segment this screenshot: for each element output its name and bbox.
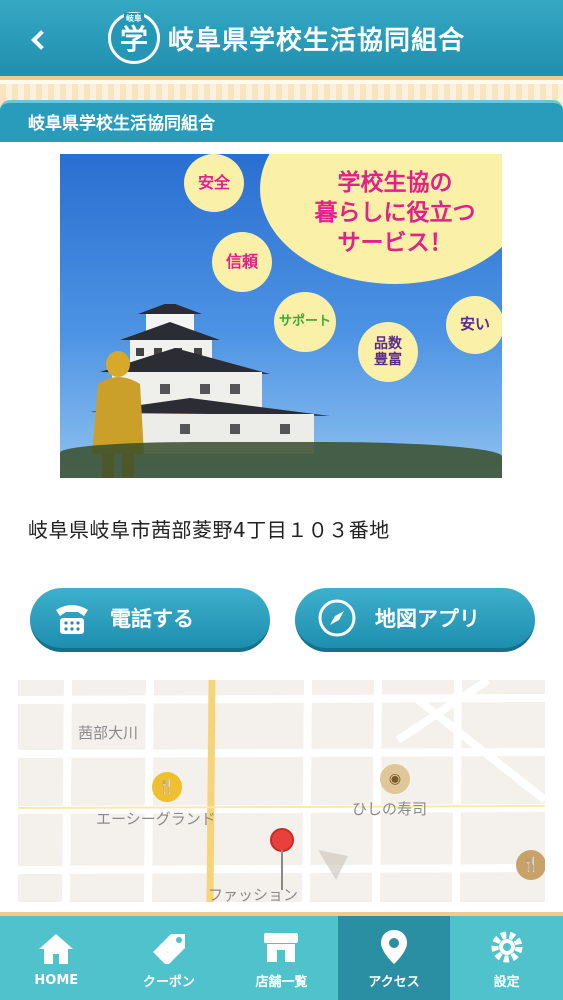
store-icon (261, 927, 301, 967)
sushi-poi-icon[interactable]: ◉ (380, 764, 410, 794)
bottom-tab-bar: HOME クーポン 店舗一覧 アクセス 設定 (0, 912, 563, 1000)
home-icon (36, 929, 76, 969)
page-title: 岐阜県学校生活協同組合 (168, 25, 466, 56)
bubble-cheap: 安い (446, 296, 502, 354)
logo-small-text: 岐阜 (124, 13, 144, 24)
bubble-variety: 品数豊富 (358, 322, 418, 382)
tab-store-list-label: 店舗一覧 (255, 974, 308, 990)
headline-line-2: 暮らしに役立つ (314, 200, 476, 227)
store-address: 岐阜県岐阜市茜部菱野4丁目１０３番地 (28, 518, 390, 542)
bubble-safety: 安全 (184, 154, 244, 212)
map-label-fashion: ファッション (208, 886, 299, 902)
restaurant-poi-icon-2[interactable]: 🍴 (516, 850, 545, 880)
restaurant-poi-icon[interactable]: 🍴 (152, 772, 182, 802)
tab-home-label: HOME (34, 972, 79, 988)
map-view[interactable]: 茜部大川 エーシーグランド ひしの寿司 ファッション 🍴 ◉ 🍴 (18, 680, 545, 902)
tab-store-list[interactable]: 店舗一覧 (225, 916, 338, 1000)
coupon-icon (149, 927, 189, 967)
location-pin-icon (374, 927, 414, 967)
chevron-left-icon (31, 30, 51, 50)
banner-headline: 学校生協の 暮らしに役立つ サービス！ (260, 154, 502, 284)
tab-settings[interactable]: 設定 (450, 916, 563, 1000)
map-app-button-label: 地図アプリ (375, 607, 480, 631)
call-button[interactable]: 電話する (30, 588, 270, 652)
tab-home[interactable]: HOME (0, 916, 113, 1000)
compass-icon (315, 596, 359, 640)
app-header: 岐阜 学 岐阜県学校生活協同組合 (0, 0, 563, 80)
map-label-akanabe-okawa: 茜部大川 (78, 724, 139, 742)
trees (60, 442, 502, 478)
phone-icon (50, 596, 94, 640)
back-button[interactable] (22, 22, 52, 58)
promo-banner: 学校生協の 暮らしに役立つ サービス！ 安全 信頼 サポート 品数豊富 安い (60, 154, 502, 478)
headline-line-1: 学校生協の (337, 170, 453, 197)
location-pin-icon[interactable] (270, 828, 294, 852)
map-app-button[interactable]: 地図アプリ (295, 588, 535, 652)
tab-access-label: アクセス (368, 974, 420, 990)
logo-char: 学 (119, 23, 148, 56)
tab-coupon[interactable]: クーポン (113, 916, 226, 1000)
headline-line-3: サービス！ (337, 229, 453, 256)
tab-coupon-label: クーポン (142, 974, 195, 990)
tab-settings-label: 設定 (493, 974, 520, 990)
tab-access[interactable]: アクセス (337, 916, 451, 1000)
call-button-label: 電話する (110, 607, 194, 631)
content-card: 学校生協の 暮らしに役立つ サービス！ 安全 信頼 サポート 品数豊富 安い 岐… (0, 142, 563, 912)
coop-logo-icon: 岐阜 学 (108, 12, 160, 64)
section-title: 岐阜県学校生活協同組合 (0, 100, 563, 142)
bubble-trust: 信頼 (212, 232, 272, 292)
gear-icon (487, 927, 527, 967)
location-pin-stick (281, 850, 283, 890)
map-label-ac-grand: エーシーグランド (96, 810, 216, 828)
header-logo: 岐阜 学 岐阜県学校生活協同組合 (108, 12, 465, 64)
map-label-hishino-sushi: ひしの寿司 (352, 800, 428, 818)
